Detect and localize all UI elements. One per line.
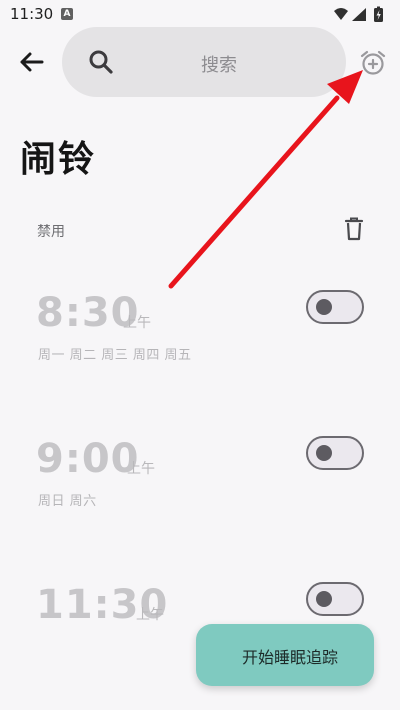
alarm-toggle[interactable]: [306, 290, 364, 324]
battery-charging-icon: [374, 6, 383, 22]
alarm-row[interactable]: 8:30 上午 周一 周二 周三 周四 周五: [0, 290, 400, 400]
signal-icon: [352, 8, 366, 21]
wifi-icon: [334, 8, 348, 20]
alarm-repeat-days: 周一 周二 周三 周四 周五: [38, 348, 192, 363]
alarm-ampm: 上午: [136, 607, 164, 623]
alarm-toggle[interactable]: [306, 582, 364, 616]
back-button[interactable]: [14, 48, 50, 76]
search-placeholder: 搜索: [201, 55, 237, 76]
section-label-disabled: 禁用: [37, 224, 65, 240]
alarm-add-icon: [360, 50, 386, 75]
alarm-screen: 11:30 A 搜索 闹铃 禁用 8:30 上午 周一 周二 周三 周四 周五 …: [0, 0, 400, 710]
page-title: 闹铃: [20, 139, 97, 180]
status-icons: [334, 6, 383, 22]
add-alarm-button[interactable]: [358, 48, 388, 78]
start-sleep-tracking-button[interactable]: 开始睡眠追踪: [196, 624, 374, 686]
alarm-row[interactable]: 9:00 上午 周日 周六: [0, 436, 400, 546]
trash-icon: [344, 217, 364, 241]
alarm-ampm: 上午: [123, 315, 151, 331]
alarm-toggle[interactable]: [306, 436, 364, 470]
status-bar: 11:30 A: [0, 0, 400, 30]
start-sleep-tracking-label: 开始睡眠追踪: [241, 648, 338, 667]
notification-badge: A: [61, 8, 73, 20]
status-time: 11:30: [10, 5, 54, 23]
alarm-ampm: 上午: [127, 461, 155, 477]
delete-button[interactable]: [342, 216, 366, 242]
search-bar[interactable]: 搜索: [62, 27, 346, 97]
toggle-knob: [316, 299, 332, 315]
arrow-left-icon: [20, 52, 44, 72]
alarm-repeat-days: 周日 周六: [38, 494, 97, 509]
toggle-knob: [316, 445, 332, 461]
toggle-knob: [316, 591, 332, 607]
alarm-time: 9:00: [36, 436, 140, 482]
